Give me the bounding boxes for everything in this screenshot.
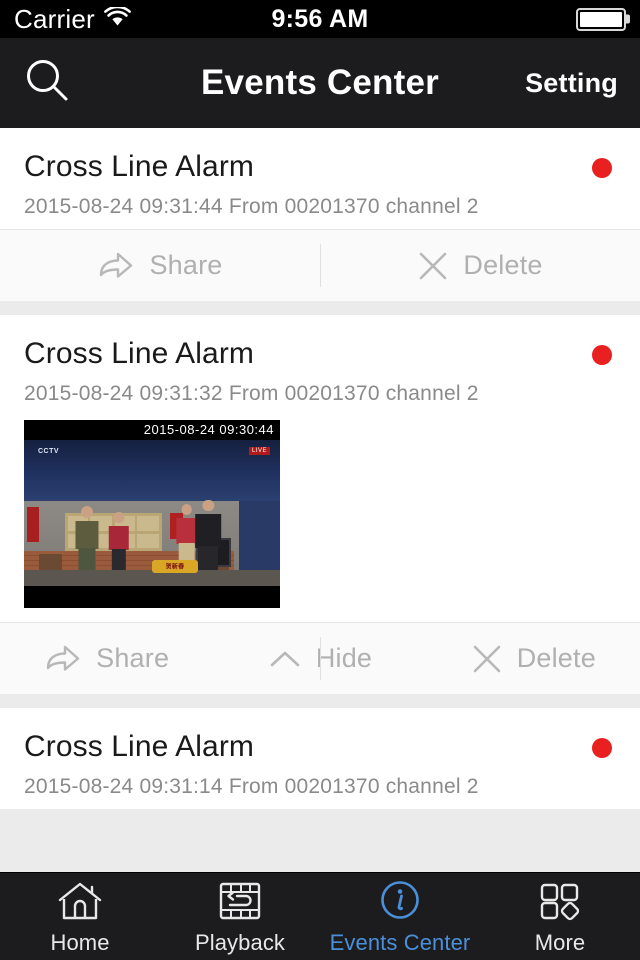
list-gap <box>0 301 640 315</box>
event-title: Cross Line Alarm <box>24 730 255 763</box>
share-arrow-icon <box>97 251 135 281</box>
event-title: Cross Line Alarm <box>24 150 255 183</box>
share-button[interactable]: Share <box>0 643 213 674</box>
thumbnail-letterbox <box>24 586 280 608</box>
event-card-body[interactable]: Cross Line Alarm 2015-08-24 09:31:14 Fro… <box>0 708 640 809</box>
carrier-label: Carrier <box>14 3 95 34</box>
event-card-body[interactable]: Cross Line Alarm 2015-08-24 09:31:44 Fro… <box>0 128 640 229</box>
thumbnail-prop: 贺新春 <box>152 559 199 573</box>
battery-full-icon <box>576 7 630 31</box>
share-label: Share <box>96 643 170 673</box>
action-divider <box>320 637 321 680</box>
event-actions: Share Hide Delete <box>0 622 640 694</box>
event-card[interactable]: Cross Line Alarm 2015-08-24 09:31:32 Fro… <box>0 315 640 694</box>
tab-events-center[interactable]: Events Center <box>320 878 480 956</box>
thumbnail-timestamp: 2015-08-24 09:30:44 <box>24 420 280 440</box>
event-meta: 2015-08-24 09:31:32 From 00201370 channe… <box>24 382 479 405</box>
info-circle-icon <box>376 878 424 924</box>
grid-more-icon <box>537 878 583 924</box>
list-gap <box>0 694 640 708</box>
event-actions: Share Delete <box>0 229 640 301</box>
event-title: Cross Line Alarm <box>24 337 255 370</box>
event-card[interactable]: Cross Line Alarm 2015-08-24 09:31:14 Fro… <box>0 708 640 809</box>
delete-label: Delete <box>516 643 596 673</box>
tab-bar: Home Playback Events Center More <box>0 872 640 960</box>
close-x-icon <box>417 250 449 282</box>
event-thumbnail-wrap[interactable]: 2015-08-24 09:30:44 CCTV LIVE 贺新春 <box>24 420 616 608</box>
tab-more[interactable]: More <box>480 878 640 956</box>
tab-home[interactable]: Home <box>0 878 160 956</box>
navigation-bar: Events Center Setting <box>0 38 640 128</box>
event-card[interactable]: Cross Line Alarm 2015-08-24 09:31:44 Fro… <box>0 128 640 301</box>
thumbnail-channel-logo: CCTV <box>38 448 60 455</box>
unread-dot-icon <box>592 738 612 758</box>
delete-button[interactable]: Delete <box>320 250 640 282</box>
share-label: Share <box>149 250 223 280</box>
tab-home-label: Home <box>50 929 110 955</box>
search-button[interactable] <box>22 55 74 112</box>
close-x-icon <box>471 643 503 675</box>
unread-dot-icon <box>592 345 612 365</box>
chevron-up-icon <box>268 646 302 672</box>
search-icon <box>22 55 74 112</box>
tab-events-center-label: Events Center <box>329 929 471 955</box>
thumbnail-live-badge: LIVE <box>248 447 270 455</box>
event-list[interactable]: Cross Line Alarm 2015-08-24 09:31:44 Fro… <box>0 128 640 872</box>
event-card-body[interactable]: Cross Line Alarm 2015-08-24 09:31:32 Fro… <box>0 315 640 622</box>
thumbnail-prop-text: 贺新春 <box>165 564 185 571</box>
status-bar-left: Carrier <box>14 4 131 35</box>
action-divider <box>320 244 321 287</box>
hide-label: Hide <box>315 643 373 673</box>
event-meta: 2015-08-24 09:31:44 From 00201370 channe… <box>24 195 479 218</box>
tab-playback[interactable]: Playback <box>160 878 320 956</box>
unread-dot-icon <box>592 158 612 178</box>
status-bar-right <box>576 7 630 31</box>
tab-playback-label: Playback <box>194 929 286 955</box>
playback-film-icon <box>217 878 263 924</box>
thumbnail-scene: CCTV LIVE 贺新春 <box>24 440 280 586</box>
tab-more-label: More <box>534 929 586 955</box>
share-arrow-icon <box>44 644 82 674</box>
home-icon <box>56 878 104 924</box>
event-thumbnail[interactable]: 2015-08-24 09:30:44 CCTV LIVE 贺新春 <box>24 420 280 608</box>
status-bar: Carrier 9:56 AM <box>0 0 640 38</box>
delete-label: Delete <box>463 250 543 280</box>
setting-button[interactable]: Setting <box>525 68 618 99</box>
share-button[interactable]: Share <box>0 250 320 281</box>
wifi-icon <box>103 5 131 32</box>
delete-button[interactable]: Delete <box>427 643 640 675</box>
event-meta: 2015-08-24 09:31:14 From 00201370 channe… <box>24 775 479 798</box>
